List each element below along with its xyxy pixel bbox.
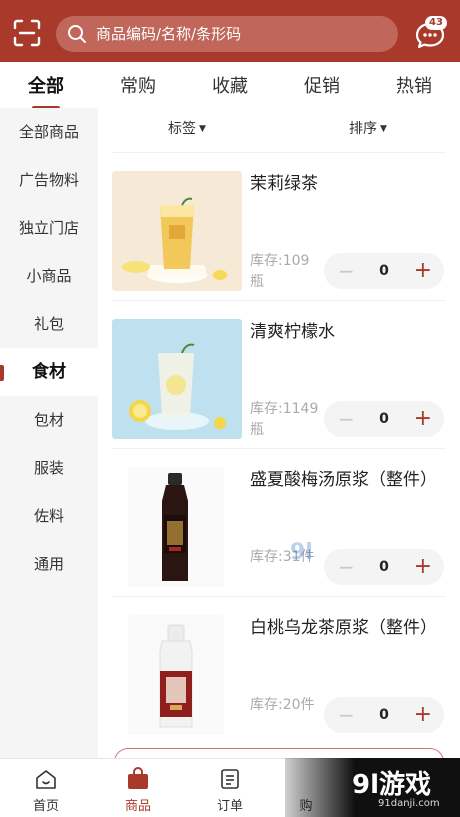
product-image-peach-oolong[interactable]: [128, 615, 224, 735]
quantity-stepper: − 0 +: [324, 401, 444, 437]
product-image-lemonade[interactable]: [112, 319, 242, 439]
order-list-icon: [218, 767, 242, 791]
increase-button[interactable]: +: [414, 697, 432, 733]
product-item[interactable]: 清爽柠檬水 库存:1149瓶 − 0 +: [112, 300, 446, 448]
category-sidebar: 全部商品 广告物料 独立门店 小商品 礼包 食材 包材 服装 佐料 通用: [0, 108, 98, 758]
filter-row: 标签 ▼ 排序 ▼: [98, 108, 460, 152]
product-image-plum-juice[interactable]: [128, 467, 224, 587]
product-name: 清爽柠檬水: [250, 322, 335, 342]
product-stock: 库存:20件: [250, 697, 315, 713]
nav-products[interactable]: 商品: [92, 759, 184, 817]
quantity-stepper: − 0 +: [324, 549, 444, 585]
product-name: 盛夏酸梅汤原浆（整件）: [250, 470, 437, 490]
product-item[interactable]: 白桃乌龙茶原浆（整件） 库存:20件 − 0 +: [112, 596, 446, 744]
product-stock: 库存:1149瓶: [250, 401, 319, 438]
product-stock: 库存:109瓶: [250, 253, 310, 290]
product-name: 茉莉绿茶: [250, 174, 318, 194]
decrease-button[interactable]: −: [338, 253, 355, 289]
tag-filter[interactable]: 标签 ▼: [168, 108, 206, 150]
product-item[interactable]: 茉莉绿茶 库存:109瓶 − 0 +: [112, 152, 446, 300]
tab-promotion[interactable]: 促销: [298, 72, 346, 98]
tab-hot[interactable]: 热销: [390, 72, 438, 98]
tab-frequent[interactable]: 常购: [114, 72, 162, 98]
top-header: 商品编码/名称/条形码 43: [0, 0, 460, 62]
sidebar-item-general[interactable]: 通用: [0, 540, 98, 588]
tag-filter-label: 标签: [168, 121, 196, 137]
product-name: 白桃乌龙茶原浆（整件）: [250, 618, 437, 638]
sidebar-item-seasoning[interactable]: 佐料: [0, 492, 98, 540]
product-image-jasmine-tea[interactable]: [112, 171, 242, 291]
increase-button[interactable]: +: [414, 401, 432, 437]
sort-filter-label: 排序: [349, 121, 377, 137]
product-item[interactable]: 盛夏酸梅汤原浆（整件） 库存:31件 − 0 +: [112, 448, 446, 596]
quantity-value[interactable]: 0: [374, 697, 394, 733]
category-tabs: 全部 常购 收藏 促销 热销: [0, 62, 460, 108]
quantity-stepper: − 0 +: [324, 253, 444, 289]
sort-filter[interactable]: 排序 ▼: [349, 108, 387, 150]
decrease-button[interactable]: −: [338, 549, 355, 585]
tab-all[interactable]: 全部: [22, 72, 70, 98]
message-count-badge: 43: [425, 16, 447, 30]
sidebar-item-packaging[interactable]: 包材: [0, 396, 98, 444]
sidebar-item-independent-store[interactable]: 独立门店: [0, 204, 98, 252]
sidebar-item-ingredients[interactable]: 食材: [0, 348, 98, 396]
next-product-card-edge: [114, 748, 444, 758]
sidebar-item-all-products[interactable]: 全部商品: [0, 108, 98, 156]
watermark-mark: 9l: [290, 540, 313, 565]
sidebar-item-ad-materials[interactable]: 广告物料: [0, 156, 98, 204]
caret-down-icon: ▼: [199, 124, 206, 134]
quantity-value[interactable]: 0: [374, 253, 394, 289]
increase-button[interactable]: +: [414, 549, 432, 585]
nav-label: 首页: [32, 799, 59, 814]
quantity-value[interactable]: 0: [374, 401, 394, 437]
decrease-button[interactable]: −: [338, 401, 355, 437]
shopping-bag-icon: [126, 767, 150, 791]
decrease-button[interactable]: −: [338, 697, 355, 733]
product-list: 茉莉绿茶 库存:109瓶 − 0 + 清爽柠檬水 库存:1149瓶 − 0 + …: [98, 152, 460, 758]
nav-home[interactable]: 首页: [0, 759, 92, 817]
increase-button[interactable]: +: [414, 253, 432, 289]
search-placeholder: 商品编码/名称/条形码: [96, 25, 242, 43]
search-bar[interactable]: 商品编码/名称/条形码: [56, 16, 398, 52]
search-icon: [67, 24, 87, 44]
caret-down-icon: ▼: [380, 124, 387, 134]
watermark-logo: 9l游戏: [352, 770, 432, 800]
tab-favorites[interactable]: 收藏: [206, 72, 254, 98]
home-icon: [34, 767, 58, 791]
watermark-url: 91danji.com: [378, 798, 440, 809]
scan-icon[interactable]: [12, 18, 42, 48]
sidebar-item-gift-pack[interactable]: 礼包: [0, 300, 98, 348]
quantity-value[interactable]: 0: [374, 549, 394, 585]
sidebar-item-apparel[interactable]: 服装: [0, 444, 98, 492]
sidebar-item-small-goods[interactable]: 小商品: [0, 252, 98, 300]
quantity-stepper: − 0 +: [324, 697, 444, 733]
nav-label: 商品: [124, 799, 151, 814]
